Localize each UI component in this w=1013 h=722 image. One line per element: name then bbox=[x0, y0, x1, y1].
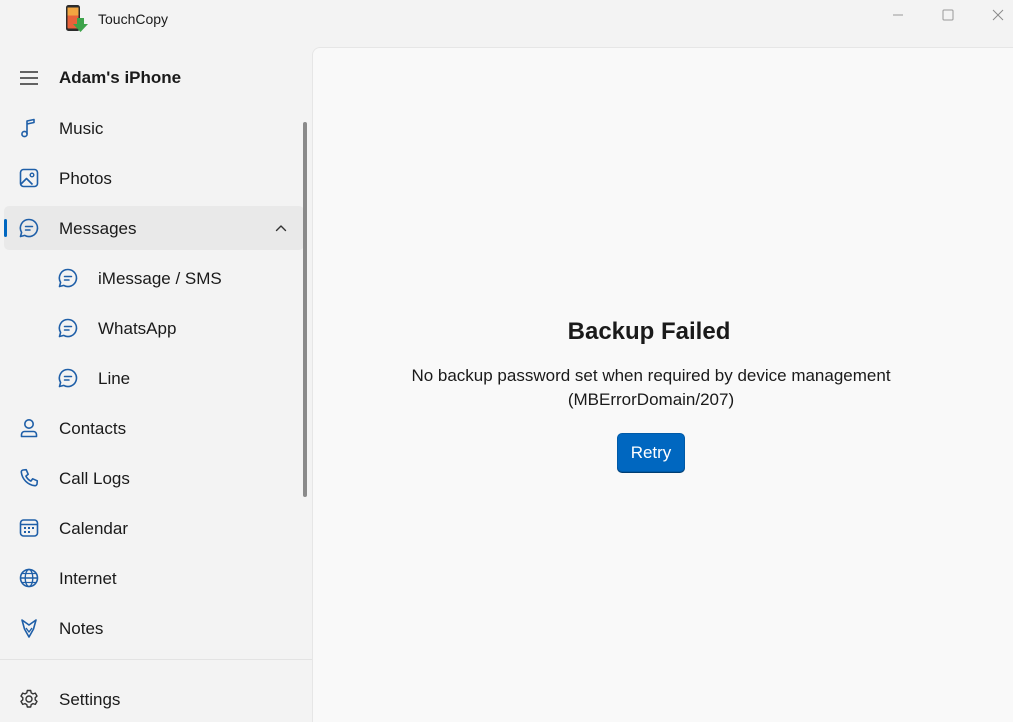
sidebar-item-call-logs[interactable]: Call Logs bbox=[4, 456, 304, 500]
sidebar-item-label: Line bbox=[98, 369, 131, 388]
sidebar-item-contacts[interactable]: Contacts bbox=[4, 406, 304, 450]
sidebar-item-label: Calendar bbox=[59, 519, 128, 538]
sidebar-divider bbox=[0, 659, 312, 660]
error-title: Backup Failed bbox=[567, 318, 731, 345]
sidebar-item-label: Music bbox=[59, 119, 104, 138]
person-icon bbox=[20, 419, 38, 438]
chevron-up-icon[interactable] bbox=[273, 220, 289, 236]
sidebar-item-label: Call Logs bbox=[59, 469, 130, 488]
sidebar-item-whatsapp[interactable]: WhatsApp bbox=[4, 306, 304, 350]
hamburger-icon bbox=[20, 71, 38, 85]
sidebar-item-label: Notes bbox=[59, 619, 104, 638]
gear-icon bbox=[20, 689, 38, 708]
sidebar-item-label: Messages bbox=[59, 219, 137, 238]
minimize-icon bbox=[893, 14, 903, 16]
sidebar-nav: Adam's iPhone Music Photos Messages iMes… bbox=[0, 40, 312, 722]
sidebar-item-calendar[interactable]: Calendar bbox=[4, 506, 304, 550]
calendar-icon bbox=[19, 519, 39, 537]
photo-icon bbox=[19, 168, 39, 188]
sidebar-item-label: Photos bbox=[59, 169, 112, 188]
music-note-icon bbox=[21, 118, 35, 138]
selection-indicator bbox=[4, 219, 7, 237]
sidebar-item-settings[interactable]: Settings bbox=[4, 677, 304, 721]
close-icon bbox=[992, 9, 1004, 21]
main-content: Backup Failed No backup password set whe… bbox=[312, 47, 1013, 722]
maximize-button[interactable] bbox=[925, 0, 971, 30]
hamburger-menu-button[interactable] bbox=[14, 64, 44, 92]
sidebar-item-label: Settings bbox=[59, 690, 121, 709]
chat-bubble-icon bbox=[58, 368, 78, 388]
sidebar-item-notes[interactable]: Notes bbox=[4, 606, 304, 650]
globe-icon bbox=[19, 568, 39, 588]
sidebar-item-photos[interactable]: Photos bbox=[4, 156, 304, 200]
chat-bubble-icon bbox=[58, 318, 78, 338]
minimize-button[interactable] bbox=[875, 0, 921, 30]
notes-icon bbox=[21, 619, 37, 638]
error-message: No backup password set when required by … bbox=[313, 364, 989, 412]
retry-button[interactable]: Retry bbox=[617, 433, 685, 472]
error-code: (MBErrorDomain/207) bbox=[567, 390, 735, 409]
sidebar-item-messages[interactable]: Messages bbox=[4, 206, 304, 250]
chat-bubble-icon bbox=[58, 268, 78, 288]
chat-bubble-icon bbox=[19, 218, 39, 238]
sidebar-item-label: Contacts bbox=[59, 419, 127, 438]
sidebar-item-label: iMessage / SMS bbox=[98, 269, 222, 288]
sidebar-item-imessage-sms[interactable]: iMessage / SMS bbox=[4, 256, 304, 300]
sidebar-item-label: WhatsApp bbox=[98, 319, 177, 338]
device-name: Adam's iPhone bbox=[59, 68, 182, 87]
maximize-icon bbox=[942, 9, 954, 21]
close-button[interactable] bbox=[975, 0, 1013, 30]
app-window: TouchCopy Adam's iPhone Music Photos Mes… bbox=[0, 0, 1013, 722]
sidebar-scrollbar[interactable] bbox=[303, 122, 307, 497]
sidebar-item-line[interactable]: Line bbox=[4, 356, 304, 400]
error-message-line: No backup password set when required by … bbox=[411, 366, 891, 385]
phone-icon bbox=[20, 468, 39, 487]
title-bar: TouchCopy bbox=[0, 0, 1013, 40]
app-title: TouchCopy bbox=[98, 11, 169, 27]
sidebar-item-music[interactable]: Music bbox=[4, 106, 304, 150]
touchcopy-logo-icon bbox=[64, 4, 90, 34]
sidebar-item-label: Internet bbox=[59, 569, 117, 588]
sidebar-item-internet[interactable]: Internet bbox=[4, 556, 304, 600]
